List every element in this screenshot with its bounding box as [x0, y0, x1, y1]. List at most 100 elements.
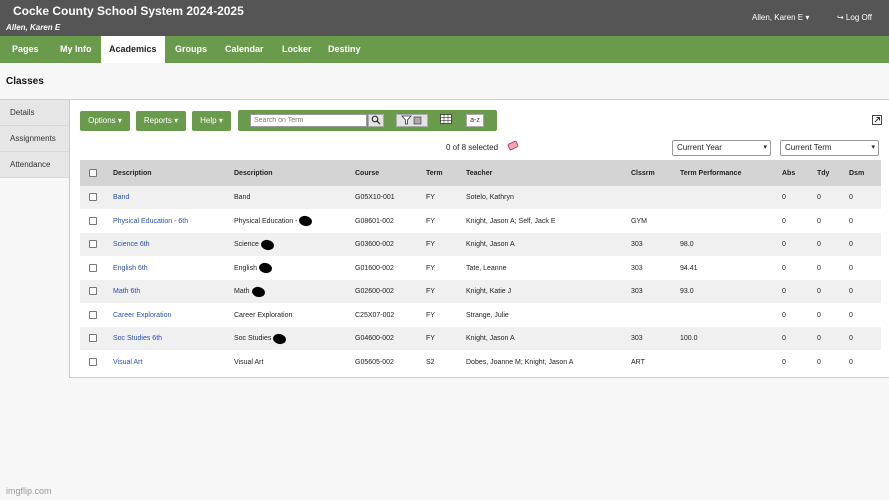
table-row: Visual Art Visual Art G05605-002 S2 Dobes, J… [80, 350, 881, 374]
row-checkbox[interactable] [89, 240, 97, 248]
row-checkbox[interactable] [89, 310, 97, 319]
col-header-classroom[interactable]: Clssrm [631, 160, 655, 186]
filter-icon[interactable] [396, 114, 428, 127]
cell-term-performance-text: 98.0 [680, 241, 694, 248]
cell-teacher: Knight, Jason A [466, 327, 515, 350]
options-button[interactable]: Options ▾ [80, 111, 130, 131]
row-checkbox[interactable] [89, 357, 97, 366]
class-link[interactable]: English 6th [113, 257, 148, 280]
sort-az-button[interactable]: a-z [466, 114, 484, 127]
col-header-tdy[interactable]: Tdy [817, 160, 829, 186]
col-header-description[interactable]: Description [234, 160, 273, 186]
row-checkbox[interactable] [89, 263, 97, 272]
class-link-text[interactable]: Visual Art [113, 359, 142, 366]
cell-classroom-text: ART [631, 358, 645, 366]
class-link-text[interactable]: Soc Studies 6th [113, 335, 162, 342]
cell-term: FY [426, 280, 435, 303]
sidebar-item-assignments[interactable]: Assignments [0, 126, 69, 152]
col-header-term-performance[interactable]: Term Performance [680, 160, 741, 186]
user-menu-button[interactable]: Allen, Karen E ▾ [752, 13, 809, 22]
class-link[interactable]: Visual Art [113, 351, 142, 374]
cell-description-text: Band [234, 194, 251, 201]
cell-abs-text: 0 [782, 194, 786, 201]
sidebar-item-attendance[interactable]: Attendance [0, 152, 69, 178]
log-off-button[interactable]: ↪ Log Off [837, 13, 872, 22]
cell-description-text: Physical Education - [234, 217, 298, 225]
cell-term-performance: 93.0 [680, 280, 694, 303]
cell-abs: 0 [782, 351, 786, 374]
cell-term-performance: 98.0 [680, 233, 694, 256]
school-title: Cocke County School System 2024-2025 [13, 4, 244, 18]
help-button[interactable]: Help ▾ [192, 111, 231, 131]
class-link-text[interactable]: Physical Education - 6th [113, 218, 188, 225]
grid-icon[interactable] [438, 114, 454, 127]
chevron-down-icon: ▾ [871, 144, 875, 151]
class-link[interactable]: Physical Education - 6th [113, 210, 188, 233]
cell-tdy: 0 [817, 210, 821, 233]
nav-tab-pages[interactable]: Pages [4, 36, 47, 63]
row-checkbox[interactable] [89, 287, 97, 295]
class-link-text[interactable]: Science 6th [113, 241, 150, 248]
search-icon[interactable] [368, 114, 384, 127]
class-link[interactable]: Soc Studies 6th [113, 327, 162, 350]
class-link-text[interactable]: Career Exploration [113, 312, 171, 319]
search-input[interactable] [250, 114, 367, 127]
cell-course-text: C25X07-002 [355, 311, 395, 319]
term-select[interactable]: Current Term ▾ [780, 140, 879, 156]
class-link[interactable]: Career Exploration [113, 304, 171, 327]
class-link[interactable]: Math 6th [113, 280, 140, 303]
eraser-icon[interactable] [506, 140, 520, 151]
class-link[interactable]: Band [113, 186, 129, 209]
select-all-checkbox[interactable] [89, 169, 97, 177]
nav-tab-locker[interactable]: Locker [274, 36, 320, 63]
cell-course: G04600-002 [355, 327, 394, 350]
cell-course: G01600-002 [355, 257, 394, 280]
cell-classroom: 303 [631, 233, 643, 256]
class-link-text[interactable]: English 6th [113, 265, 148, 272]
year-select-value: Current Year [677, 143, 722, 152]
row-checkbox[interactable] [89, 193, 97, 201]
nav-tab-groups[interactable]: Groups [167, 36, 215, 63]
cell-description: Career Exploration [234, 304, 292, 327]
cell-dsm-text: 0 [849, 311, 853, 319]
cell-tdy-text: 0 [817, 217, 821, 225]
nav-tab-calendar[interactable]: Calendar [217, 36, 272, 63]
col-header-dsm[interactable]: Dsm [849, 160, 864, 186]
col-header-teacher[interactable]: Teacher [466, 160, 492, 186]
class-link-text[interactable]: Band [113, 194, 129, 201]
col-header-abs[interactable]: Abs [782, 160, 795, 186]
user-name-subtitle: Allen, Karen E [6, 23, 61, 32]
page-title: Classes [6, 76, 44, 87]
sidebar: Details Assignments Attendance [0, 100, 69, 178]
row-checkbox[interactable] [89, 216, 97, 225]
cell-dsm: 0 [849, 280, 853, 303]
row-checkbox[interactable] [89, 334, 97, 342]
cell-course: C25X07-002 [355, 304, 394, 327]
col-header-link-description[interactable]: Description [113, 160, 152, 186]
cell-term-text: FY [426, 288, 435, 295]
cell-dsm: 0 [849, 327, 853, 350]
cell-teacher-text: Knight, Katie J [466, 288, 512, 295]
class-link[interactable]: Science 6th [113, 233, 150, 256]
cell-description-text: Math [234, 288, 250, 295]
cell-abs: 0 [782, 280, 786, 303]
cell-description: English [234, 257, 273, 280]
cell-teacher: Knight, Jason A; Self, Jack E [466, 210, 556, 233]
cell-course: G02600-002 [355, 280, 394, 303]
cell-tdy: 0 [817, 257, 821, 280]
reports-button[interactable]: Reports ▾ [136, 111, 186, 131]
sidebar-item-details[interactable]: Details [0, 100, 69, 126]
cell-teacher: Tate, Leanne [466, 257, 506, 280]
col-header-course[interactable]: Course [355, 160, 379, 186]
cell-term: FY [426, 233, 435, 256]
expand-icon[interactable] [872, 115, 882, 128]
nav-tab-academics[interactable]: Academics [101, 36, 165, 63]
cell-abs-text: 0 [782, 358, 786, 366]
col-header-term[interactable]: Term [426, 160, 443, 186]
cell-abs: 0 [782, 327, 786, 350]
year-select[interactable]: Current Year ▾ [672, 140, 771, 156]
nav-tab-my-info[interactable]: My Info [52, 36, 100, 63]
nav-tab-destiny[interactable]: Destiny [320, 36, 369, 63]
class-link-text[interactable]: Math 6th [113, 288, 140, 295]
filter-icon-graphic [401, 115, 422, 125]
